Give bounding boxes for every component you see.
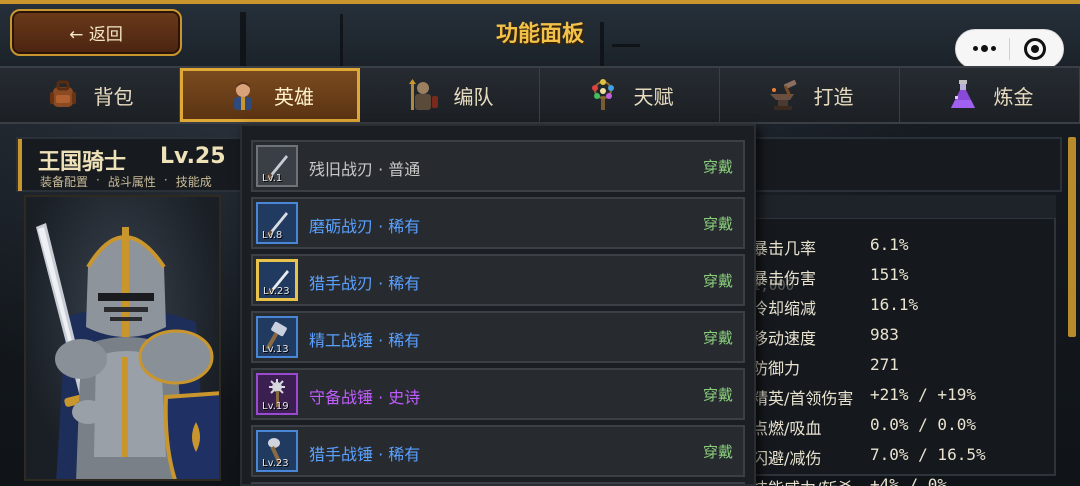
mace-icon: Lv.19: [256, 373, 298, 415]
equipment-item-partial[interactable]: [251, 482, 745, 484]
stat-value: 7.0% / 16.5%: [870, 445, 986, 464]
item-name: 残旧战刃 · 普通: [309, 160, 421, 179]
equipment-item[interactable]: Lv.19 守备战锤 · 史诗 穿戴: [251, 368, 745, 420]
equip-button[interactable]: 穿戴: [703, 327, 733, 348]
item-level: Lv.8: [262, 230, 283, 241]
hero-level: Lv.25: [160, 144, 226, 169]
equip-button[interactable]: 穿戴: [703, 156, 733, 177]
tab-alchemy[interactable]: 炼金: [900, 68, 1080, 122]
anvil-icon: [766, 78, 800, 112]
blade-icon: Lv.8: [256, 202, 298, 244]
equipment-item[interactable]: Lv.8 磨砺战刃 · 稀有 穿戴: [251, 197, 745, 249]
equipment-dropdown: Lv.1 残旧战刃 · 普通 穿戴 Lv.8 磨砺战刃 · 稀有 穿戴 Lv.2…: [240, 124, 756, 486]
stats-header: [740, 195, 1056, 219]
blade-icon: Lv.1: [256, 145, 298, 187]
subtab-separator: ·: [96, 173, 100, 187]
tab-hero[interactable]: 英雄: [180, 68, 360, 122]
hero-portrait: [24, 195, 221, 481]
subtab-combat-stats[interactable]: 战斗属性: [108, 173, 156, 190]
subtab-skills[interactable]: 技能成: [176, 173, 212, 190]
stat-label: 技能威力/斩杀: [752, 475, 853, 486]
stat-label: 防御力: [752, 359, 801, 378]
item-name: 精工战锤 · 稀有: [309, 331, 421, 350]
stat-label: 闪避/减伤: [752, 449, 822, 468]
subtab-separator: ·: [163, 173, 168, 187]
tab-label: 英雄: [274, 84, 314, 109]
stat-value: 983: [870, 325, 899, 344]
talent-tree-icon: [586, 78, 620, 112]
stat-value: 16.1%: [870, 295, 919, 314]
equipment-item[interactable]: Lv.23 猎手战锤 · 稀有 穿戴: [251, 425, 745, 477]
item-level: Lv.1: [262, 173, 283, 184]
stat-value: 271: [870, 355, 899, 374]
formation-icon: [406, 78, 440, 112]
equip-button[interactable]: 穿戴: [703, 213, 733, 234]
back-label: ← 返回: [69, 25, 123, 45]
item-level: Lv.23: [262, 458, 289, 469]
equipment-item[interactable]: Lv.1 残旧战刃 · 普通 穿戴: [251, 140, 745, 192]
tab-formation[interactable]: 编队: [360, 68, 540, 122]
page-title: 功能面板: [495, 22, 584, 47]
stat-label: 暴击伤害: [752, 269, 817, 288]
hammer-icon: Lv.23: [256, 430, 298, 472]
hero-icon: [226, 78, 260, 112]
item-level: Lv.23: [263, 286, 290, 297]
hammer-icon: Lv.13: [256, 316, 298, 358]
tab-forge[interactable]: 打造: [720, 68, 900, 122]
tab-label: 天赋: [633, 84, 674, 109]
more-dots-icon[interactable]: [972, 45, 996, 52]
tab-label: 打造: [813, 84, 854, 109]
item-level: Lv.13: [262, 344, 289, 355]
stat-value: 6.1%: [870, 235, 909, 254]
tab-backpack[interactable]: 背包: [0, 68, 180, 122]
equipment-item[interactable]: Lv.13 精工战锤 · 稀有 穿戴: [251, 311, 745, 363]
stat-value: 0.0% / 0.0%: [870, 415, 976, 434]
stat-label: 点燃/吸血: [752, 419, 822, 438]
item-name: 猎手战刃 · 稀有: [309, 274, 421, 293]
item-level: Lv.19: [262, 401, 289, 412]
close-target-icon[interactable]: [1024, 38, 1047, 60]
stat-label: 暴击几率: [752, 239, 817, 258]
tab-talent[interactable]: 天赋: [540, 68, 720, 122]
equip-button[interactable]: 穿戴: [703, 441, 733, 462]
hero-name: 王国骑士: [38, 150, 127, 175]
stat-value: 151%: [870, 265, 909, 284]
tab-label: 编队: [453, 84, 494, 109]
stat-label: 冷却缩减: [752, 299, 817, 318]
scrollbar[interactable]: [1068, 137, 1076, 337]
potion-icon: [946, 78, 980, 112]
blade-icon: Lv.23: [256, 259, 298, 301]
equip-button[interactable]: 穿戴: [703, 270, 733, 291]
stat-label: 精英/首领伤害: [752, 389, 854, 408]
back-button[interactable]: ← 返回: [10, 9, 182, 56]
tab-label: 炼金: [993, 84, 1034, 109]
stat-value: +21% / +19%: [870, 385, 976, 404]
item-name: 守备战锤 · 史诗: [309, 388, 421, 407]
equipment-item[interactable]: Lv.23 猎手战刃 · 稀有 穿戴: [251, 254, 745, 306]
tab-bar: 背包 英雄 编队 天赋 打造 炼金: [0, 66, 1080, 124]
hero-subtabs: 装备配置 · 战斗属性 · 技能成: [40, 173, 212, 190]
stat-label: 移动速度: [752, 329, 817, 348]
knight-illustration: [36, 223, 219, 479]
tab-label: 背包: [93, 84, 134, 109]
subtab-equipment[interactable]: 装备配置: [40, 173, 88, 190]
mini-program-capsule: [955, 29, 1064, 69]
item-name: 磨砺战刃 · 稀有: [309, 217, 421, 236]
stat-value: +4% / 0%: [870, 475, 948, 486]
equip-button[interactable]: 穿戴: [703, 384, 733, 405]
backpack-icon: [46, 78, 80, 112]
item-name: 猎手战锤 · 稀有: [309, 445, 421, 464]
